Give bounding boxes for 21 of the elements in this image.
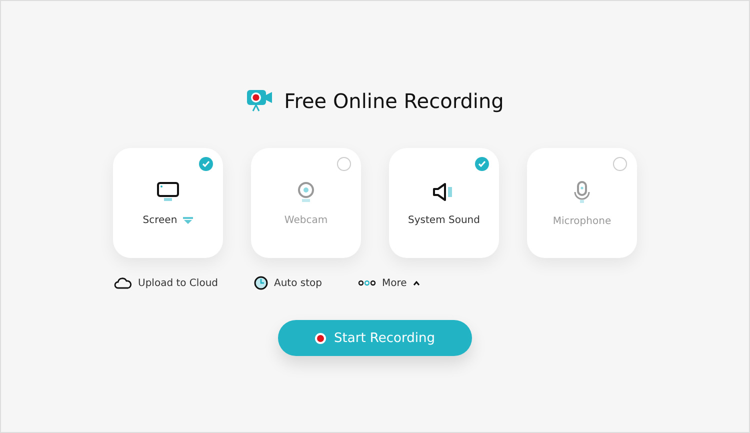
option-button[interactable]: More (358, 276, 420, 290)
source-label: System Sound (408, 214, 480, 226)
camera-icon (246, 88, 274, 114)
page-title: Free Online Recording (284, 89, 504, 113)
dots-icon (358, 280, 376, 286)
monitor-icon (156, 180, 180, 202)
checked-icon[interactable] (199, 157, 213, 171)
cloud-icon (114, 277, 132, 289)
dropdown-icon[interactable] (183, 216, 194, 224)
source-card[interactable]: System Sound (389, 148, 499, 258)
source-label: Webcam (284, 214, 328, 226)
record-dot-icon (315, 332, 326, 344)
source-card[interactable]: Screen (113, 148, 223, 258)
checked-icon[interactable] (475, 157, 489, 171)
unchecked-circle-icon[interactable] (613, 157, 627, 171)
unchecked-circle-icon[interactable] (337, 157, 351, 171)
clock-icon (254, 276, 268, 290)
source-label: Screen (142, 214, 178, 226)
option-button[interactable]: Upload to Cloud (114, 276, 218, 290)
source-label: Microphone (552, 216, 612, 226)
option-button[interactable]: Auto stop (254, 276, 322, 290)
